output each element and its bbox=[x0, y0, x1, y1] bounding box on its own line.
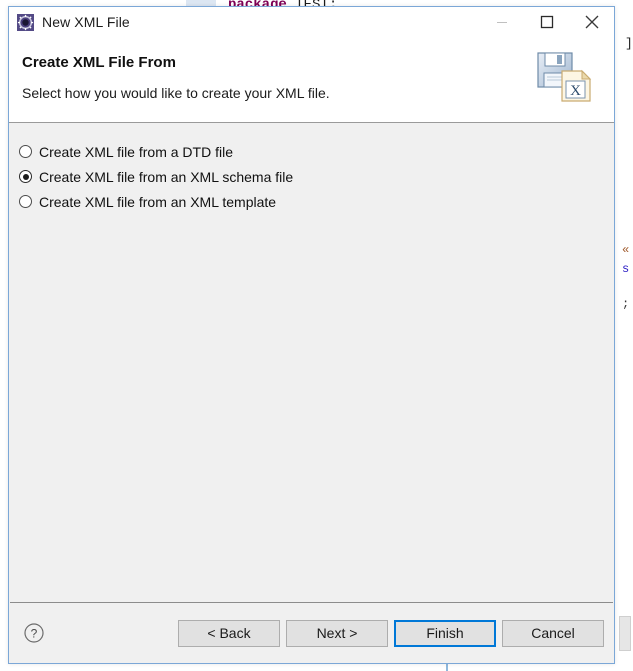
radio-icon bbox=[19, 195, 32, 208]
backdrop-bottom-strip bbox=[0, 664, 633, 671]
radio-option-label: Create XML file from a DTD file bbox=[39, 143, 233, 160]
help-button[interactable]: ? bbox=[21, 620, 47, 646]
radio-icon bbox=[19, 145, 32, 158]
save-xml-file-icon: X bbox=[530, 43, 602, 109]
wizard-header: Create XML File From Select how you woul… bbox=[9, 37, 614, 123]
wizard-nav-buttons: < Back Next > bbox=[178, 619, 388, 647]
wizard-header-description: Select how you would like to create your… bbox=[22, 85, 330, 101]
svg-text:X: X bbox=[570, 83, 581, 99]
radio-option-label: Create XML file from an XML template bbox=[39, 193, 277, 210]
question-mark-icon: ? bbox=[24, 623, 44, 643]
back-button[interactable]: < Back bbox=[178, 619, 280, 647]
maximize-icon bbox=[540, 15, 553, 29]
backdrop-code-fragment-3: ; bbox=[622, 297, 630, 311]
wizard-header-title: Create XML File From bbox=[22, 54, 176, 71]
backdrop-code-fragment-1: « bbox=[622, 243, 630, 257]
radio-option-dtd[interactable]: Create XML file from a DTD file bbox=[19, 139, 614, 164]
backdrop-caret bbox=[446, 663, 448, 671]
maximize-button[interactable] bbox=[524, 7, 569, 37]
dialog-footer: ? < Back Next > Finish Cancel bbox=[9, 603, 614, 663]
dialog-body: Create XML file from a DTD file Create X… bbox=[9, 123, 614, 602]
radio-option-xml-template[interactable]: Create XML file from an XML template bbox=[19, 189, 614, 214]
minimize-icon bbox=[496, 22, 507, 23]
radio-option-label: Create XML file from an XML schema file bbox=[39, 168, 294, 185]
minimize-button[interactable] bbox=[479, 7, 524, 37]
svg-text:?: ? bbox=[31, 627, 38, 641]
finish-button[interactable]: Finish bbox=[394, 619, 496, 647]
radio-icon-selected bbox=[19, 170, 32, 183]
backdrop-code-bracket: ] bbox=[625, 36, 633, 51]
close-button[interactable] bbox=[569, 7, 614, 37]
dialog-titlebar: New XML File bbox=[9, 7, 614, 37]
cancel-button[interactable]: Cancel bbox=[502, 619, 604, 647]
close-icon bbox=[585, 15, 598, 29]
backdrop-code-fragment-2: s bbox=[622, 262, 630, 276]
dialog-title: New XML File bbox=[42, 14, 130, 30]
radio-option-xml-schema[interactable]: Create XML file from an XML schema file bbox=[19, 164, 614, 189]
editor-scrollbar[interactable] bbox=[619, 616, 631, 651]
xml-wizard-icon bbox=[17, 13, 34, 31]
next-button[interactable]: Next > bbox=[286, 619, 388, 647]
new-xml-file-dialog: New XML File Create XML File From Select… bbox=[8, 6, 615, 664]
